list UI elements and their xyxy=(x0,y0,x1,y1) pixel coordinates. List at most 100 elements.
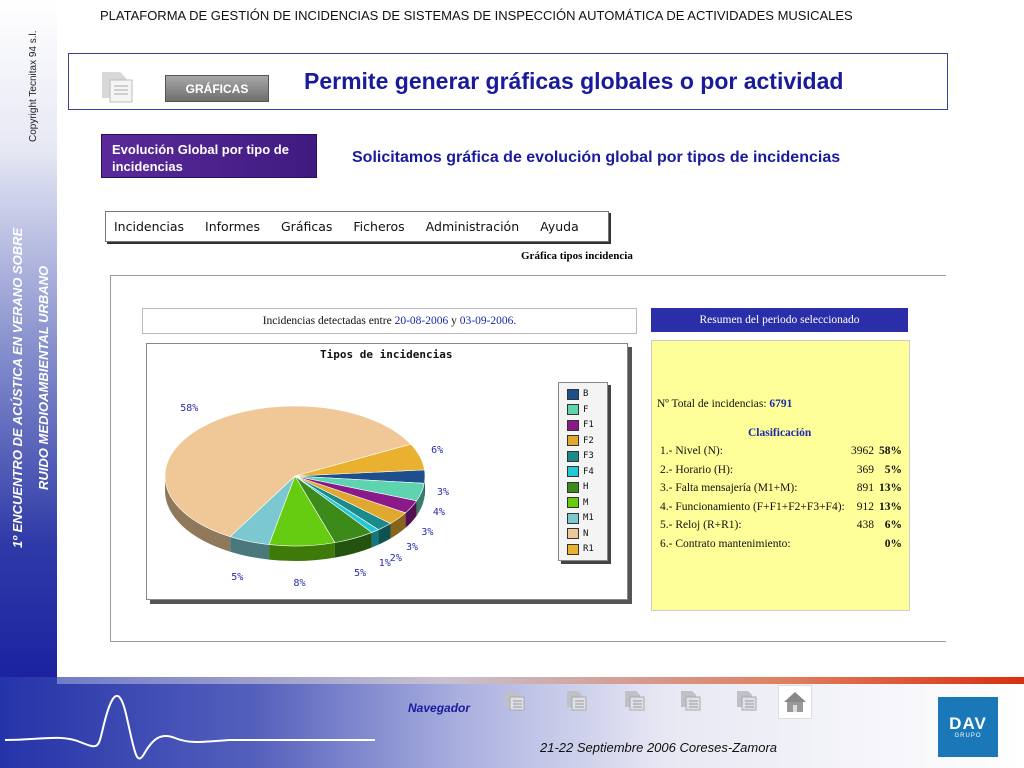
legend-swatch xyxy=(567,419,579,431)
summary-row-percent: 5% xyxy=(884,463,902,476)
menu-item-ficheros[interactable]: Ficheros xyxy=(353,219,404,234)
legend-swatch xyxy=(567,543,579,555)
summary-row-percent: 0% xyxy=(884,537,902,550)
date-to: 03-09-2006 xyxy=(459,315,514,327)
legend-label: M1 xyxy=(583,513,594,523)
legend-item: M1 xyxy=(567,512,594,524)
pie-percent-label: 5% xyxy=(231,572,244,584)
footer-color-line xyxy=(57,677,1024,684)
legend-swatch xyxy=(567,388,579,400)
legend-swatch xyxy=(567,481,579,493)
document-stack-icon[interactable] xyxy=(680,690,702,717)
menu-item-ayuda[interactable]: Ayuda xyxy=(540,219,579,234)
legend-item: N xyxy=(567,528,588,540)
summary-row-percent: 13% xyxy=(879,500,902,513)
summary-row-label: 5.- Reloj (R+R1): xyxy=(660,519,742,531)
summary-row-value: 369 xyxy=(856,463,874,476)
menu-item-incidencias[interactable]: Incidencias xyxy=(114,219,184,234)
legend-item: F4 xyxy=(567,466,594,478)
legend-swatch xyxy=(567,404,579,415)
date-range-bar: Incidencias detectadas entre 20-08-2006 … xyxy=(142,308,637,334)
platform-title: PLATAFORMA DE GESTIÓN DE INCIDENCIAS DE … xyxy=(100,8,853,23)
summary-row-label: 1.- Nivel (N): xyxy=(660,445,723,457)
home-icon[interactable] xyxy=(778,685,812,719)
summary-row-percent: 13% xyxy=(879,482,902,494)
legend-swatch xyxy=(567,435,579,446)
content-frame-left xyxy=(110,275,111,641)
waveform-graphic xyxy=(4,694,375,760)
summary-row-label: 2.- Horario (H): xyxy=(660,463,734,476)
document-stack-icon xyxy=(100,70,136,109)
legend-item: F3 xyxy=(567,450,594,462)
evolution-global-box[interactable]: Evolución Global por tipo de incidencias xyxy=(101,134,317,178)
legend-item: R1 xyxy=(567,543,594,555)
legend-label: F2 xyxy=(583,435,594,446)
summary-row-label: 4.- Funcionamiento (F+F1+F2+F3+F4): xyxy=(660,500,845,513)
dates-prefix: Incidencias detectadas entre xyxy=(262,315,392,327)
pie-percent-label: 3% xyxy=(406,541,419,553)
summary-row-value: 891 xyxy=(856,482,874,494)
menu-item-administracion[interactable]: Administración xyxy=(426,219,519,234)
menu-item-graficas[interactable]: Gráficas xyxy=(281,219,332,234)
navegador-label: Navegador xyxy=(408,701,471,715)
legend-item: B xyxy=(567,388,588,400)
pie-legend: B F F1 F2 F3 F4 H M M1 N R1 xyxy=(558,382,608,561)
legend-swatch xyxy=(567,512,579,524)
document-stack-icon[interactable] xyxy=(566,690,588,717)
legend-label: F4 xyxy=(583,466,594,477)
legend-swatch xyxy=(567,528,579,539)
header-title: Permite generar gráficas globales o por … xyxy=(304,68,844,94)
legend-swatch xyxy=(567,497,579,508)
chart-page-title: Gráfica tipos incidencia xyxy=(521,250,633,262)
dates-conj: y xyxy=(451,315,457,327)
legend-label: H xyxy=(583,482,589,492)
dates-suffix: . xyxy=(513,315,517,327)
legend-item: F1 xyxy=(567,419,594,431)
summary-row: 1.- Nivel (N): 3962 58% xyxy=(660,445,902,461)
summary-panel: Nº Total de incidencias: 6791 Clasificac… xyxy=(651,340,910,611)
content-frame-top xyxy=(110,275,946,276)
summary-row: 3.- Falta mensajería (M1+M): 891 13% xyxy=(660,482,902,498)
document-stack-icon[interactable] xyxy=(736,690,758,717)
content-frame-bottom xyxy=(110,641,946,642)
legend-label: M xyxy=(583,497,589,508)
event-date: 21-22 Septiembre 2006 Coreses-Zamora xyxy=(540,740,778,755)
summary-row-value: 3962 xyxy=(851,445,874,457)
total-label: Nº Total de incidencias: xyxy=(657,398,767,410)
document-stack-icon[interactable] xyxy=(624,690,646,717)
document-stack-icon[interactable] xyxy=(504,690,526,717)
logo-main-text: DAV xyxy=(949,713,987,733)
logo-sub-text: GRUPO xyxy=(954,732,982,739)
pie-percent-label: 6% xyxy=(431,444,444,456)
summary-row-label: 3.- Falta mensajería (M1+M): xyxy=(660,482,798,494)
side-title-line-1: 1º ENCUENTRO DE ACÚSTICA EN VERANO SOBRE xyxy=(10,227,25,548)
summary-header: Resumen del periodo seleccionado xyxy=(651,308,908,332)
legend-label: F1 xyxy=(583,420,594,430)
pie-percent-label: 8% xyxy=(293,577,306,589)
side-title-line-2: RUIDO MEDIOAMBIENTAL URBANO xyxy=(36,265,51,490)
summary-row-percent: 58% xyxy=(879,445,902,457)
legend-swatch xyxy=(567,450,579,462)
graficas-button[interactable]: GRÁFICAS xyxy=(165,75,269,102)
legend-label: F3 xyxy=(583,451,594,461)
date-from: 20-08-2006 xyxy=(394,315,449,327)
pie-percent-label: 58% xyxy=(180,403,199,415)
pie-percent-label: 5% xyxy=(354,567,367,579)
summary-row: 6.- Contrato mantenimiento: 0% xyxy=(660,538,902,554)
legend-label: F xyxy=(583,404,589,415)
total-incidencias: Nº Total de incidencias: 6791 xyxy=(657,398,792,410)
summary-row-percent: 6% xyxy=(884,519,902,531)
copyright-text: Copyright Tecnitax 94 s.l. xyxy=(28,30,39,142)
legend-label: N xyxy=(583,528,589,539)
dav-logo: DAV GRUPO xyxy=(938,697,998,757)
total-value: 6791 xyxy=(769,398,793,410)
legend-item: F2 xyxy=(567,435,594,447)
summary-row-label: 6.- Contrato mantenimiento: xyxy=(660,537,791,550)
legend-label: R1 xyxy=(583,544,594,554)
pie-chart-title: Tipos de incidencias xyxy=(320,348,453,361)
menu-item-informes[interactable]: Informes xyxy=(205,219,260,234)
summary-row: 4.- Funcionamiento (F+F1+F2+F3+F4): 912 13… xyxy=(660,501,902,517)
classification-heading: Clasificación xyxy=(748,427,812,439)
app-menu-bar: Incidencias Informes Gráficas Ficheros A… xyxy=(105,211,609,242)
legend-swatch xyxy=(567,466,579,477)
